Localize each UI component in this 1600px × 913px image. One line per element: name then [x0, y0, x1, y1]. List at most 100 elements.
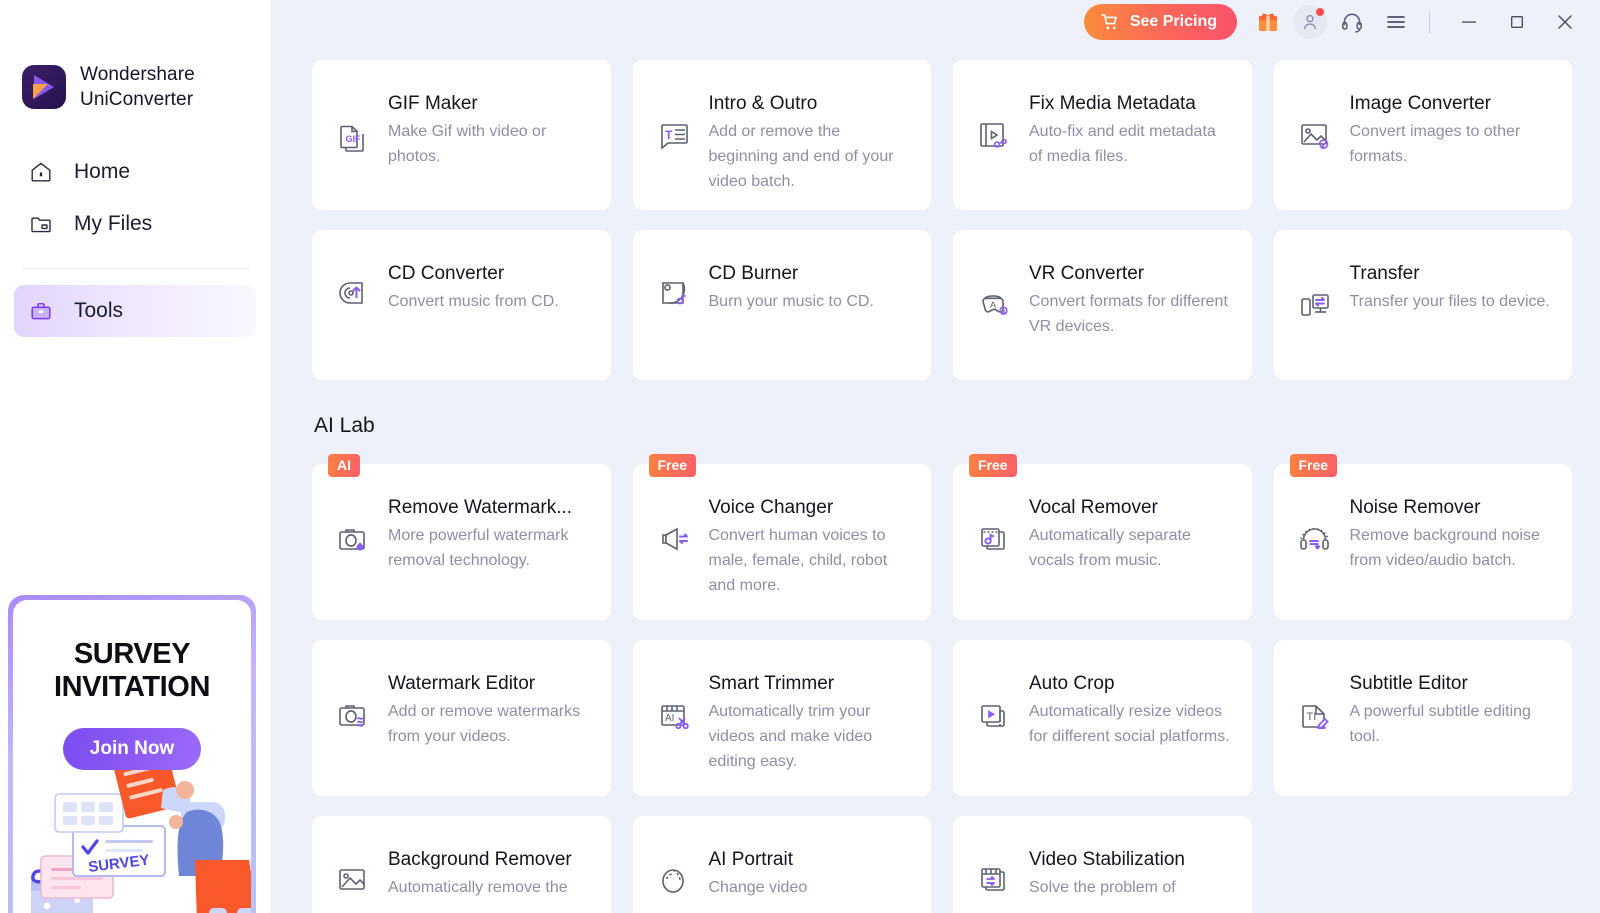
- card-description: Automatically trim your videos and make …: [708, 703, 873, 770]
- see-pricing-button[interactable]: See Pricing: [1083, 4, 1237, 40]
- svg-text:AI: AI: [665, 713, 674, 724]
- svg-text:T: T: [665, 128, 673, 142]
- tool-card-grid: GIF GIF Maker Make Gif with video or pho…: [312, 60, 1572, 380]
- survey-title-line-1: SURVEY: [73, 638, 191, 670]
- tool-card[interactable]: AI Remove Watermark... More powerful wat…: [312, 454, 611, 620]
- sidebar-item-label-home: Home: [74, 160, 131, 183]
- tool-card[interactable]: A VR Converter Convert formats for diffe…: [953, 230, 1252, 380]
- card-title: Remove Watermark...: [388, 497, 573, 518]
- app-window: Wondershare UniConverter Home My Files T…: [0, 0, 1600, 913]
- cd-upload-icon: [330, 270, 376, 316]
- media-metadata-icon: [971, 112, 1017, 158]
- main-area: See Pricing GIF GIF Maker Make Gif with …: [270, 0, 1600, 913]
- video-stabilize-icon: [971, 856, 1017, 902]
- tool-card[interactable]: Fix Media Metadata Auto-fix and edit met…: [953, 60, 1252, 210]
- minimize-icon[interactable]: [1448, 2, 1490, 42]
- card-description: Convert formats for different VR devices…: [1029, 293, 1228, 335]
- sidebar-item-label-my-files: My Files: [74, 212, 153, 235]
- home-icon: [28, 159, 54, 185]
- tool-card[interactable]: AI Portrait Change video: [632, 816, 931, 913]
- app-logo-icon: [22, 65, 66, 109]
- card-title: Auto Crop: [1029, 673, 1115, 694]
- card-title: Vocal Remover: [1029, 497, 1158, 518]
- tool-card-grid: AI Remove Watermark... More powerful wat…: [312, 454, 1572, 913]
- card-title: Background Remover: [388, 849, 572, 870]
- card-description: Auto-fix and edit metadata of media file…: [1029, 123, 1216, 165]
- crop-frames-icon: [971, 692, 1017, 738]
- tool-card[interactable]: AI Smart Trimmer Automatically trim your…: [632, 640, 931, 796]
- card-description: Convert images to other formats.: [1349, 123, 1521, 165]
- card-description: A powerful subtitle editing tool.: [1349, 703, 1531, 745]
- card-description: Automatically separate vocals from music…: [1029, 527, 1191, 569]
- tool-card[interactable]: TI Subtitle Editor A powerful subtitle e…: [1273, 640, 1572, 796]
- tool-card[interactable]: T Intro & Outro Add or remove the beginn…: [632, 60, 931, 210]
- sidebar: Wondershare UniConverter Home My Files T…: [0, 0, 270, 913]
- card-description: Add or remove the beginning and end of y…: [708, 123, 894, 190]
- card-title: Smart Trimmer: [708, 673, 835, 694]
- card-description: Automatically remove the: [388, 879, 568, 896]
- card-badge: AI: [328, 454, 360, 477]
- folder-icon: [28, 211, 54, 237]
- tool-card[interactable]: Video Stabilization Solve the problem of: [953, 816, 1252, 913]
- tool-card[interactable]: GIF GIF Maker Make Gif with video or pho…: [312, 60, 611, 210]
- toolbox-icon: [28, 298, 54, 324]
- tool-card[interactable]: Transfer Transfer your files to device.: [1273, 230, 1572, 380]
- portrait-icon: [651, 856, 697, 902]
- see-pricing-label: See Pricing: [1129, 13, 1217, 30]
- svg-text:GIF: GIF: [346, 134, 362, 144]
- tool-card[interactable]: Free Noise Remover Remove background noi…: [1273, 454, 1572, 620]
- card-title: Intro & Outro: [708, 93, 818, 114]
- card-description: More powerful watermark removal technolo…: [388, 527, 569, 569]
- sidebar-item-tools[interactable]: Tools: [14, 285, 256, 337]
- card-title: AI Portrait: [708, 849, 793, 870]
- survey-illustration: SURVEY: [31, 750, 251, 913]
- card-title: VR Converter: [1029, 263, 1145, 284]
- tool-card[interactable]: Auto Crop Automatically resize videos fo…: [953, 640, 1252, 796]
- sidebar-item-home[interactable]: Home: [14, 146, 256, 198]
- speaker-swap-icon: [651, 516, 697, 562]
- account-icon[interactable]: [1293, 5, 1327, 39]
- image-convert-icon: [1292, 112, 1338, 158]
- headset-icon[interactable]: [1333, 3, 1371, 41]
- card-title: Image Converter: [1349, 93, 1492, 114]
- tool-card[interactable]: CD Burner Burn your music to CD.: [632, 230, 931, 380]
- notification-dot: [1316, 8, 1324, 16]
- card-title: Voice Changer: [708, 497, 834, 518]
- survey-invitation-banner[interactable]: SURVEY INVITATION Join Now SURVEY: [8, 595, 256, 913]
- card-title: Noise Remover: [1349, 497, 1481, 518]
- maximize-icon[interactable]: [1496, 2, 1538, 42]
- card-description: Add or remove watermarks from your video…: [388, 703, 581, 745]
- svg-text:TI: TI: [1306, 711, 1316, 723]
- tool-card[interactable]: Free Vocal Remover Automatically separat…: [953, 454, 1252, 620]
- brand-line-2: UniConverter: [80, 89, 194, 110]
- title-bar: See Pricing: [270, 0, 1600, 44]
- camera-watermark-icon: [330, 516, 376, 562]
- card-title: CD Converter: [388, 263, 505, 284]
- card-description: Automatically resize videos for differen…: [1029, 703, 1230, 745]
- tool-card[interactable]: Watermark Editor Add or remove watermark…: [312, 640, 611, 796]
- tool-sections: GIF GIF Maker Make Gif with video or pho…: [312, 60, 1572, 913]
- tool-card[interactable]: CD Converter Convert music from CD.: [312, 230, 611, 380]
- card-description: Remove background noise from video/audio…: [1349, 527, 1540, 569]
- vr-headset-icon: A: [971, 282, 1017, 328]
- close-icon[interactable]: [1544, 2, 1586, 42]
- card-title: CD Burner: [708, 263, 799, 284]
- card-description: Transfer your files to device.: [1349, 293, 1550, 310]
- survey-title-line-2: INVITATION: [53, 671, 211, 703]
- hamburger-menu-icon[interactable]: [1377, 3, 1415, 41]
- section-heading: AI Lab: [314, 414, 375, 437]
- tool-card[interactable]: Background Remover Automatically remove …: [312, 816, 611, 913]
- card-title: Video Stabilization: [1029, 849, 1185, 870]
- survey-join-now-button[interactable]: Join Now: [63, 728, 201, 770]
- card-title: Fix Media Metadata: [1029, 93, 1196, 114]
- tool-card[interactable]: Free Voice Changer Convert human voices …: [632, 454, 931, 620]
- brand-line-1: Wondershare: [80, 64, 195, 85]
- tool-card[interactable]: Image Converter Convert images to other …: [1273, 60, 1572, 210]
- gift-icon[interactable]: [1249, 3, 1287, 41]
- text-caption-icon: T: [651, 112, 697, 158]
- sidebar-item-my-files[interactable]: My Files: [14, 198, 256, 250]
- gif-file-icon: GIF: [330, 112, 376, 158]
- card-description: Burn your music to CD.: [708, 293, 874, 310]
- sidebar-item-label-tools: Tools: [74, 299, 124, 322]
- card-description: Change video: [708, 879, 808, 896]
